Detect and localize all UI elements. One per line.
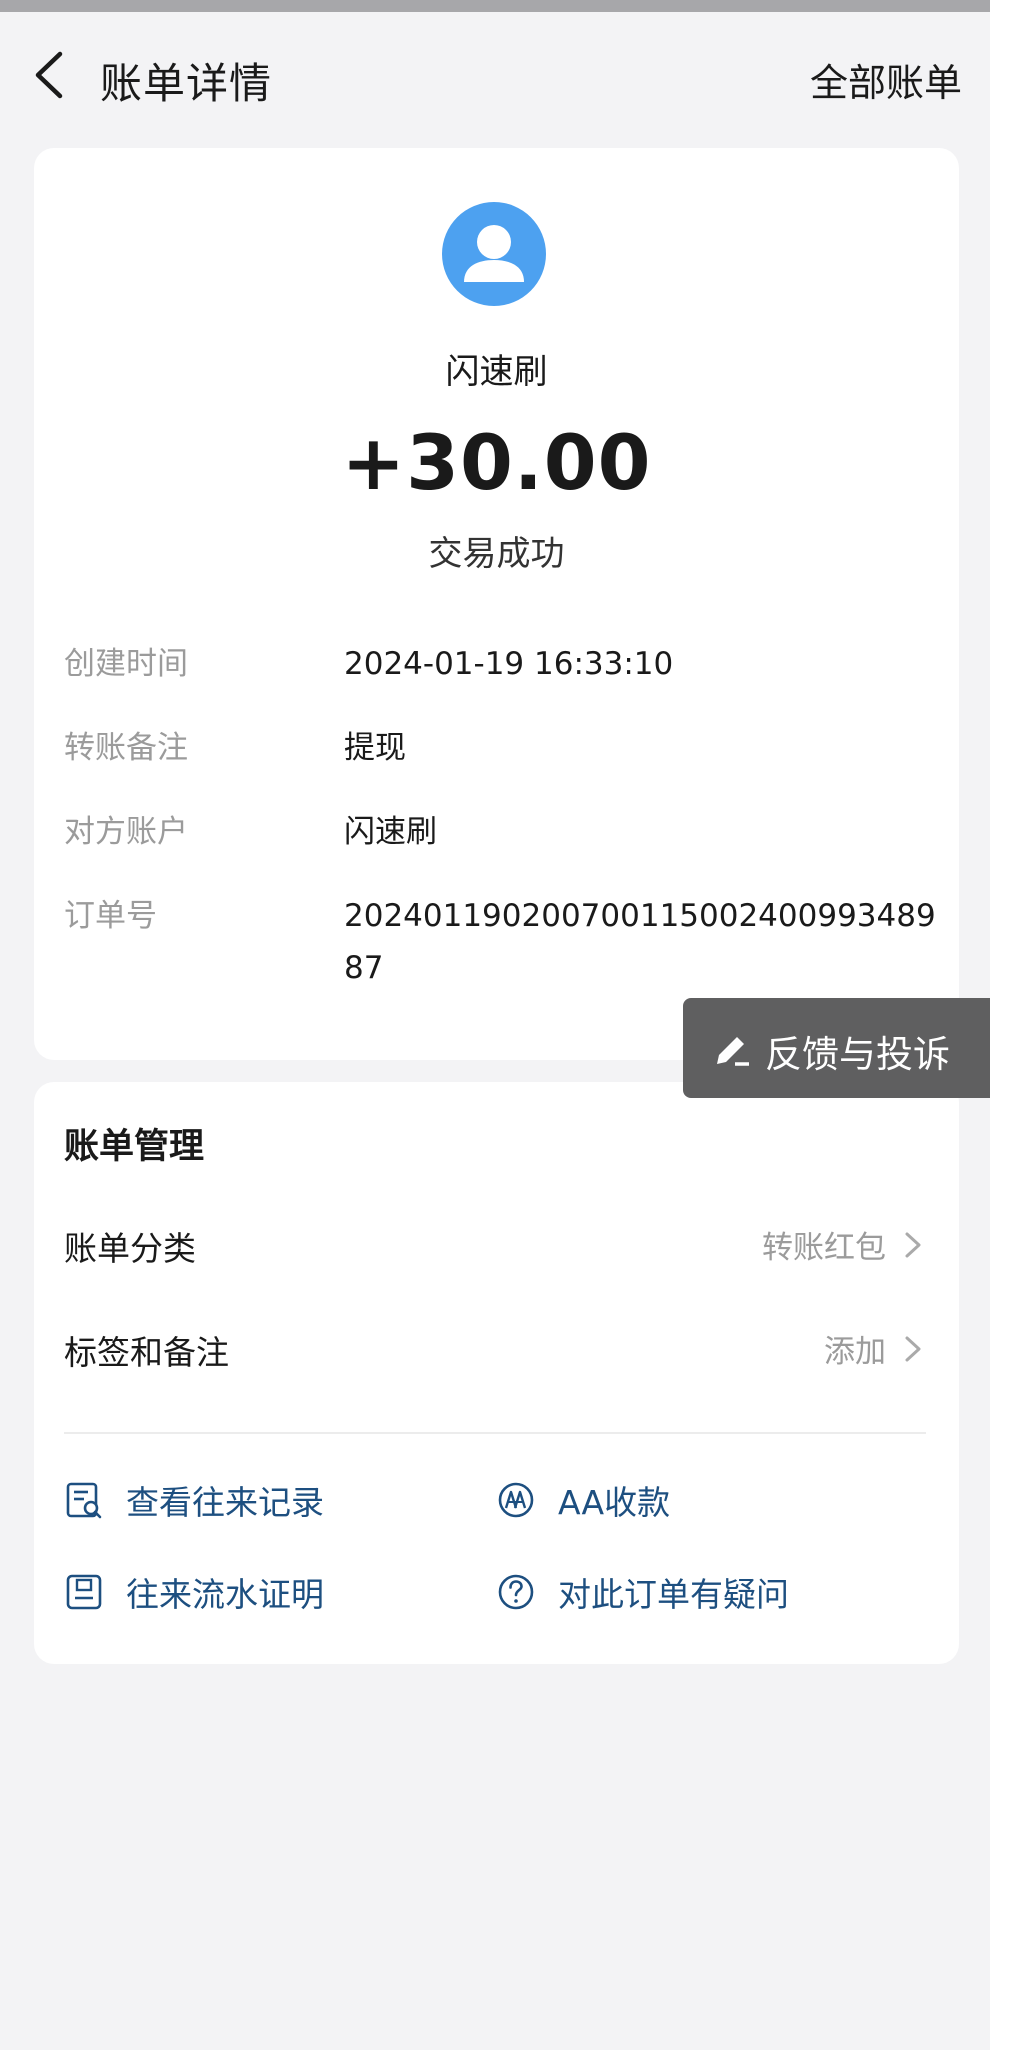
order-question-action[interactable]: 对此订单有疑问 [496, 1566, 896, 1622]
screen-edge [990, 0, 1016, 2050]
row-value: 转账红包 [762, 1230, 886, 1266]
tags-notes-row[interactable]: 标签和备注 添加 [64, 1318, 926, 1378]
detail-label: 订单号 [64, 898, 157, 934]
detail-label: 转账备注 [64, 730, 188, 766]
detail-value: 提现 [344, 730, 406, 766]
back-button[interactable] [28, 48, 74, 102]
view-records-action[interactable]: 查看往来记录 [64, 1474, 424, 1530]
amount: +30.00 [341, 418, 652, 507]
row-value: 添加 [824, 1334, 886, 1370]
transaction-status: 交易成功 [428, 534, 565, 574]
bill-category-row[interactable]: 账单分类 转账红包 [64, 1214, 926, 1274]
action-label: 对此订单有疑问 [558, 1575, 789, 1614]
bill-management-card: 账单管理 账单分类 转账红包 标签和备注 添加 查看往来记录 AA收款 往来流水… [34, 1082, 959, 1664]
user-icon [464, 225, 524, 282]
detail-label: 对方账户 [64, 814, 188, 850]
chevron-right-icon [905, 1336, 921, 1362]
question-icon [498, 1574, 534, 1610]
divider [64, 1432, 926, 1434]
page-title: 账单详情 [100, 59, 273, 108]
section-title: 账单管理 [64, 1127, 205, 1167]
avatar [442, 202, 546, 306]
action-label: 往来流水证明 [126, 1575, 324, 1614]
action-label: AA收款 [558, 1483, 671, 1522]
detail-value: 闪速刷 [344, 814, 437, 850]
chevron-right-icon [905, 1232, 921, 1258]
statement-proof-action[interactable]: 往来流水证明 [64, 1566, 424, 1622]
all-bills-link[interactable]: 全部账单 [810, 52, 962, 107]
aa-collect-action[interactable]: AA收款 [496, 1474, 856, 1530]
order-number-value[interactable]: 20240119020070011500240099348987 [344, 890, 944, 994]
edit-pencil-icon [717, 1037, 749, 1066]
detail-value: 2024-01-19 16:33:10 [344, 646, 674, 682]
transaction-card: 闪速刷 +30.00 交易成功 创建时间 2024-01-19 16:33:10… [34, 148, 959, 1060]
row-label: 账单分类 [64, 1229, 196, 1268]
feedback-label: 反馈与投诉 [765, 1033, 950, 1076]
chevron-left-icon [35, 51, 63, 99]
feedback-complaint-button[interactable]: 反馈与投诉 [683, 998, 990, 1098]
phone-screen: 账单详情 全部账单 闪速刷 +30.00 交易成功 创建时间 2024-01-1… [0, 0, 990, 2050]
action-label: 查看往来记录 [126, 1483, 324, 1522]
record-search-icon [66, 1482, 102, 1519]
statement-icon [66, 1574, 102, 1610]
status-bar-strip [0, 0, 990, 12]
nav-bar: 账单详情 全部账单 [0, 12, 990, 132]
detail-label: 创建时间 [64, 646, 188, 682]
row-label: 标签和备注 [64, 1333, 229, 1372]
aa-icon [498, 1482, 534, 1518]
counterparty-name: 闪速刷 [445, 352, 548, 392]
